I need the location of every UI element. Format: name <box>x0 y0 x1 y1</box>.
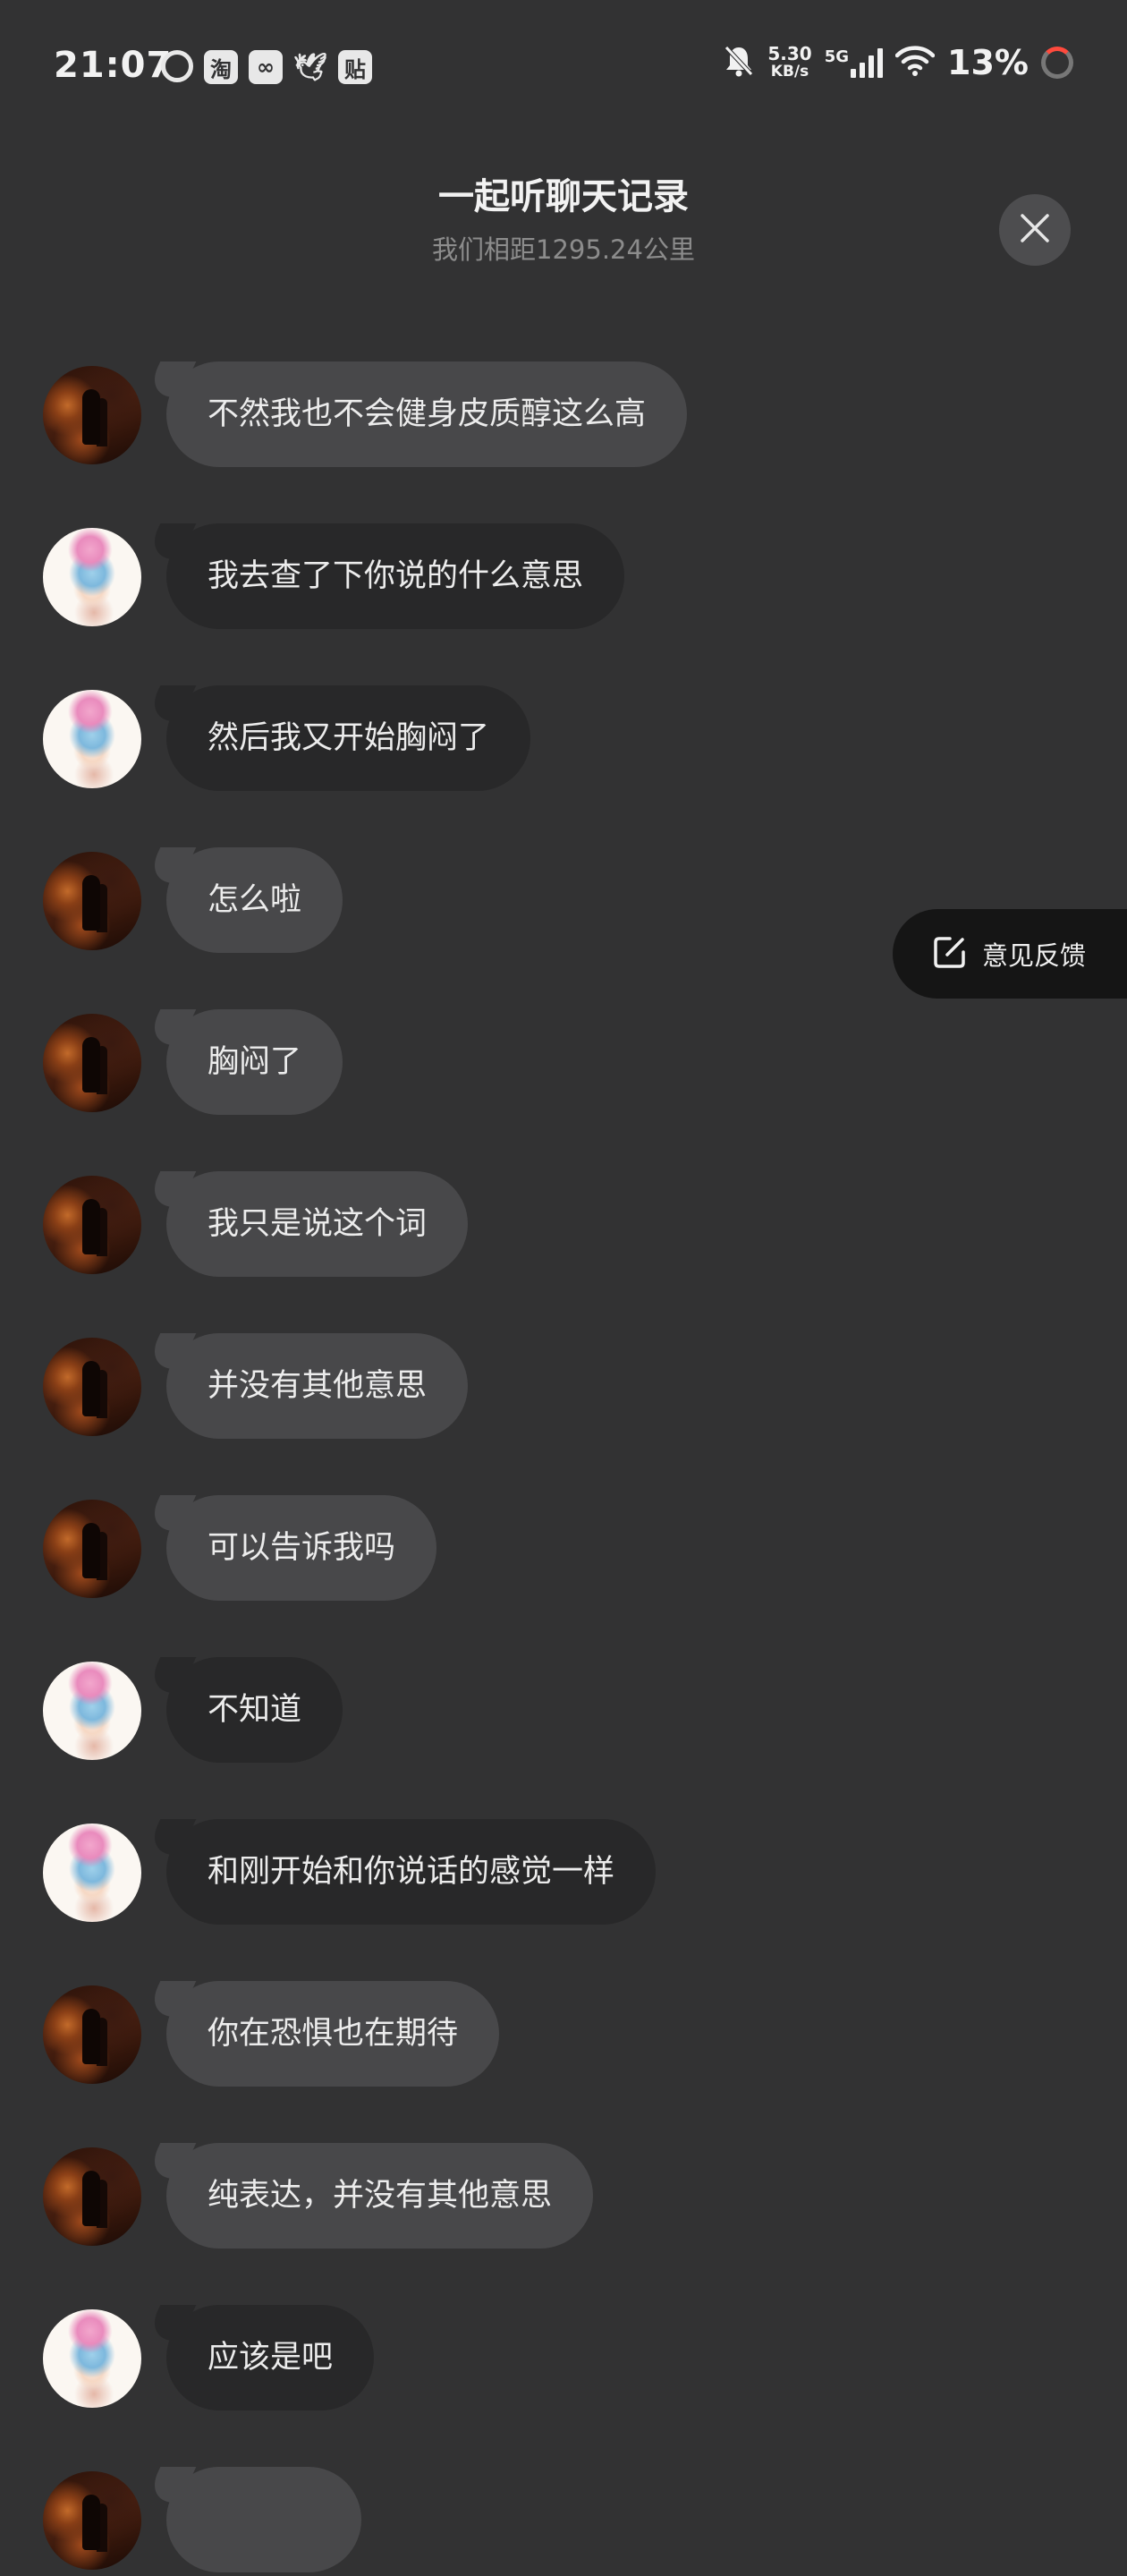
message-bubble[interactable]: 纯表达，并没有其他意思 <box>166 2143 594 2249</box>
avatar[interactable] <box>43 1824 141 1922</box>
avatar[interactable] <box>43 852 141 950</box>
message-bubble[interactable]: 不知道 <box>166 1657 343 1763</box>
message-bubble[interactable]: 胸闷了 <box>166 1009 343 1115</box>
avatar[interactable] <box>43 1662 141 1760</box>
signal-icon <box>851 47 884 78</box>
avatar[interactable] <box>43 2471 141 2570</box>
tieba-icon: 贴 <box>338 50 372 84</box>
close-icon <box>1020 213 1050 247</box>
message-bubble[interactable]: 并没有其他意思 <box>166 1333 469 1439</box>
cellular-indicator: 5G <box>824 47 884 78</box>
wifi-icon <box>894 45 936 81</box>
status-time: 21:07 <box>54 45 173 86</box>
close-button[interactable] <box>999 194 1071 266</box>
system-status: 5.30 KB/s 5G 13% <box>723 43 1073 82</box>
message-bubble[interactable]: 可以告诉我吗 <box>166 1495 437 1601</box>
message-bubble[interactable]: 怎么啦 <box>166 847 343 953</box>
message-bubble[interactable]: 我只是说这个词 <box>166 1171 469 1277</box>
page-title: 一起听聊天记录 <box>438 176 689 217</box>
taobao-icon: 淘 <box>204 50 238 84</box>
avatar[interactable] <box>43 1500 141 1598</box>
header: 一起听聊天记录 我们相距1295.24公里 <box>0 170 1127 267</box>
chat-message: 并没有其他意思 <box>0 1333 1127 1442</box>
chat-message: 应该是吧 <box>0 2305 1127 2414</box>
network-type: 5G <box>824 47 850 66</box>
distance-subtitle: 我们相距1295.24公里 <box>432 234 695 265</box>
avatar[interactable] <box>43 528 141 626</box>
message-bubble[interactable]: 然后我又开始胸闷了 <box>166 685 531 791</box>
mute-bell-icon <box>723 44 755 81</box>
chat-message <box>0 2467 1127 2576</box>
avatar[interactable] <box>43 1176 141 1274</box>
notification-icons: 淘 ∞ 🕊 贴 <box>161 50 372 84</box>
game-icon: ∞ <box>249 50 283 84</box>
chat-message: 胸闷了 <box>0 1009 1127 1118</box>
message-bubble[interactable]: 应该是吧 <box>166 2305 375 2410</box>
feedback-label: 意见反馈 <box>982 940 1087 971</box>
message-bubble[interactable]: 不然我也不会健身皮质醇这么高 <box>166 361 688 467</box>
avatar[interactable] <box>43 1338 141 1436</box>
message-bubble[interactable] <box>166 2467 361 2572</box>
chat-message: 和刚开始和你说话的感觉一样 <box>0 1819 1127 1928</box>
chat-message: 不然我也不会健身皮质醇这么高 <box>0 361 1127 471</box>
message-bubble[interactable]: 你在恐惧也在期待 <box>166 1981 500 2087</box>
feedback-button[interactable]: 意见反馈 <box>893 909 1127 999</box>
chat-message: 然后我又开始胸闷了 <box>0 685 1127 795</box>
avatar[interactable] <box>43 2147 141 2246</box>
chat-message: 纯表达，并没有其他意思 <box>0 2143 1127 2252</box>
message-bubble[interactable]: 我去查了下你说的什么意思 <box>166 523 625 629</box>
avatar[interactable] <box>43 690 141 788</box>
battery-icon <box>1041 47 1073 79</box>
message-bubble[interactable]: 和刚开始和你说话的感觉一样 <box>166 1819 657 1925</box>
status-bar: 21:07 淘 ∞ 🕊 贴 5.30 KB/s 5G 13% <box>0 0 1127 134</box>
netease-music-icon <box>161 50 193 82</box>
avatar[interactable] <box>43 1985 141 2084</box>
chat-message: 你在恐惧也在期待 <box>0 1981 1127 2090</box>
chat-message: 我只是说这个词 <box>0 1171 1127 1280</box>
network-speed: 5.30 KB/s <box>767 43 812 81</box>
avatar[interactable] <box>43 2309 141 2408</box>
bird-icon: 🕊 <box>292 51 328 83</box>
avatar[interactable] <box>43 366 141 464</box>
chat-message: 我去查了下你说的什么意思 <box>0 523 1127 633</box>
battery-percent: 13% <box>947 43 1029 82</box>
chat-message: 不知道 <box>0 1657 1127 1766</box>
chat-message: 可以告诉我吗 <box>0 1495 1127 1604</box>
edit-icon <box>932 934 968 973</box>
avatar[interactable] <box>43 1014 141 1112</box>
